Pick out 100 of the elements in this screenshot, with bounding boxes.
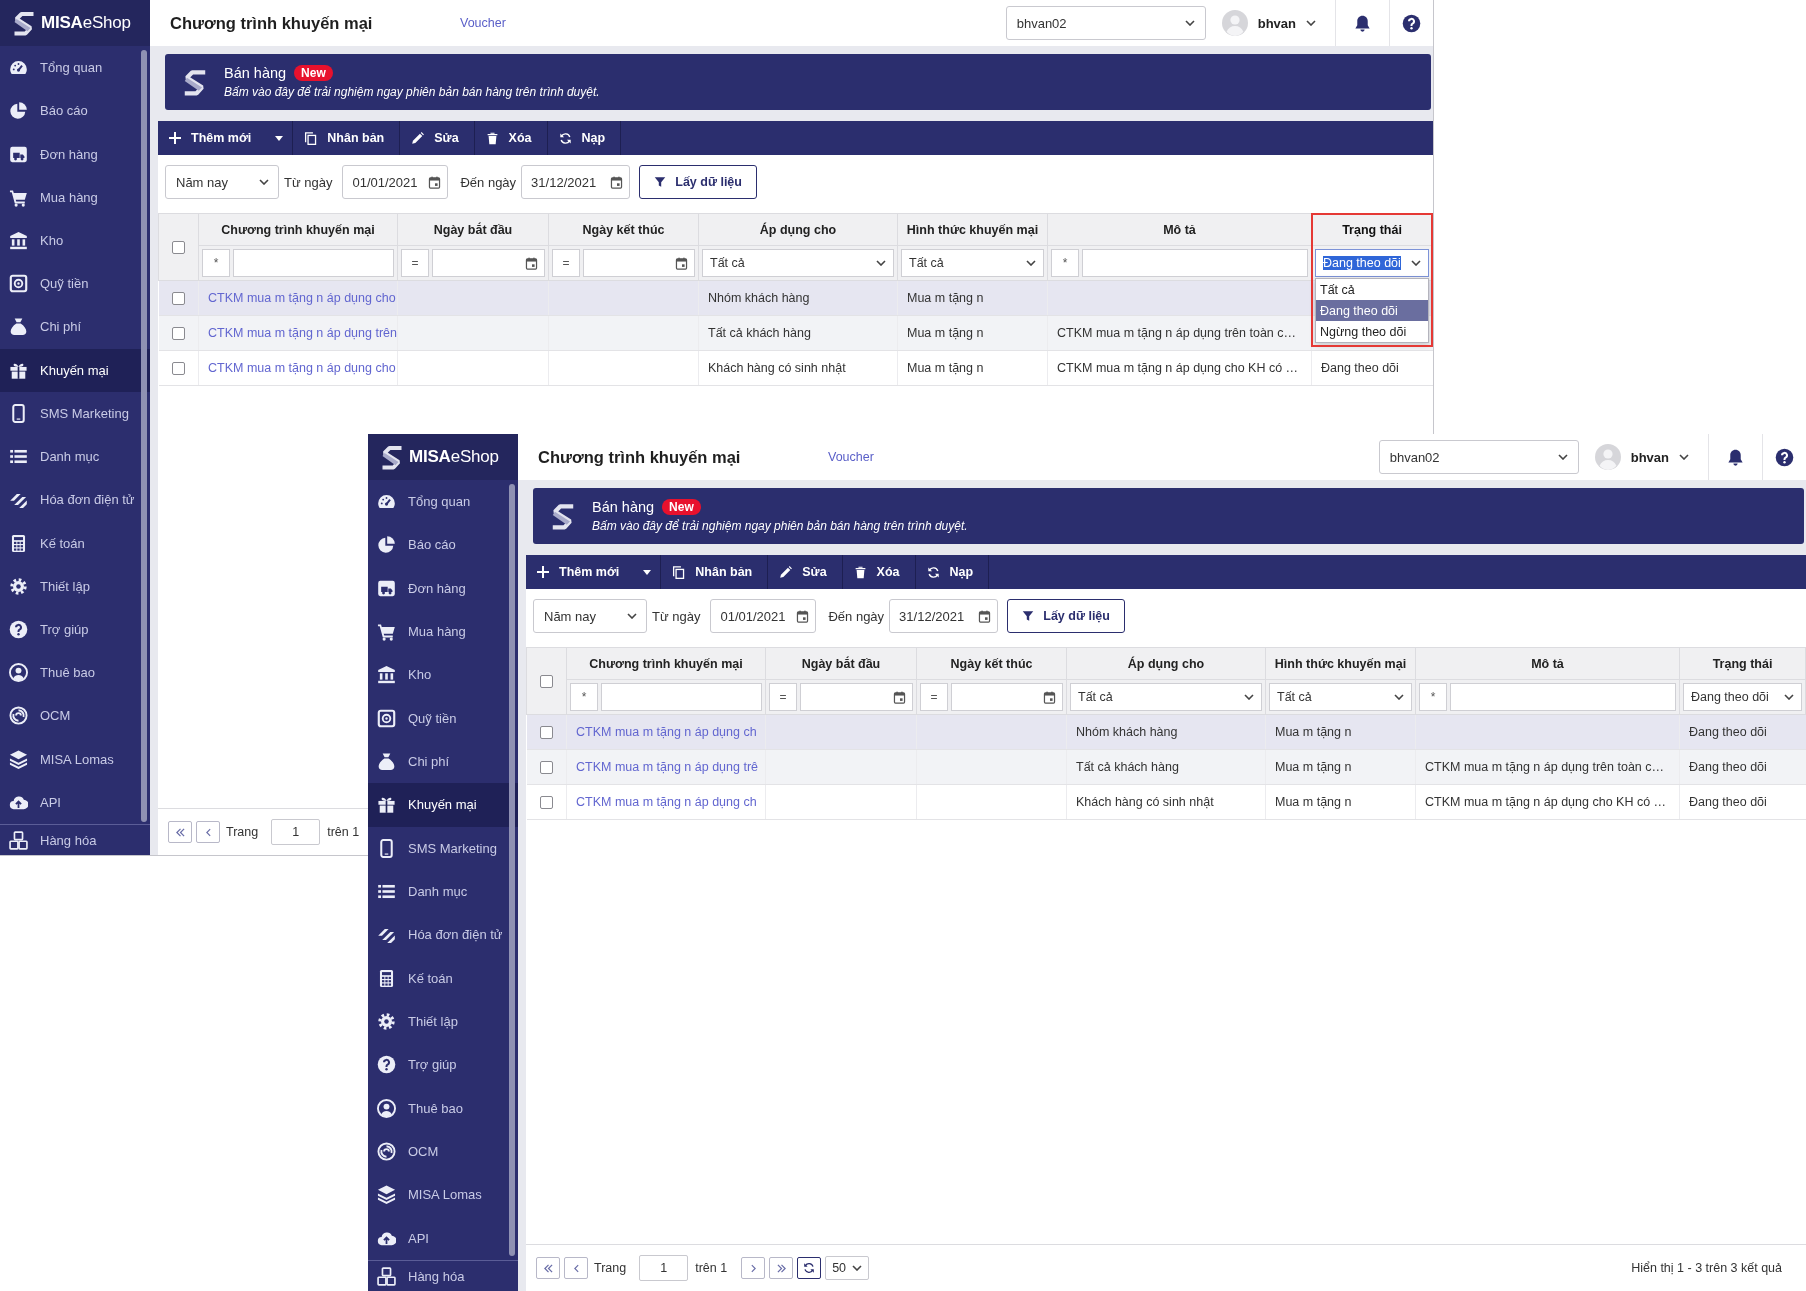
store-select[interactable]: bhvan02 [1005,6,1206,40]
operator-button[interactable]: = [552,249,580,277]
date-field[interactable]: 01/01/2021 [710,599,817,633]
first-page-button[interactable] [536,1257,560,1279]
sidebar-item[interactable]: Tổng quan [0,46,150,90]
sidebar-item[interactable]: API [0,780,150,824]
select-all-checkbox[interactable] [172,241,185,255]
sidebar-item[interactable]: SMS Marketing [368,826,518,870]
sidebar-item[interactable]: SMS Marketing [0,391,150,435]
operator-button[interactable]: * [1419,683,1447,711]
period-select[interactable]: Năm nay [165,165,279,199]
promo-banner[interactable]: Bán hàng New Bấm vào đây để trải nghiệm ngay phiên bản bán hàng trên trình duyệt. [533,488,1804,544]
program-link[interactable]: CTKM mua m tặng n áp dụng ch [576,795,757,809]
last-page-button[interactable] [769,1257,794,1279]
page-field[interactable]: 1 [271,819,321,845]
sidebar-item[interactable]: Chi phí [0,305,150,349]
sidebar-item[interactable]: Mua hàng [368,610,518,654]
user-menu[interactable]: bhvan [1594,434,1708,480]
row-checkbox[interactable] [539,761,553,775]
user-menu[interactable]: bhvan [1221,0,1335,46]
dropdown-option[interactable]: Ngừng theo dõi [1316,321,1428,342]
toolbar-button[interactable]: Nạp [547,121,622,155]
table-row[interactable]: CTKM mua m tặng n áp dụng trê Tất cả khách hàng Mua m tặng n CTKM mua m tặng n áp dụng trên toàn c… Đang theo dõi [526,749,1806,785]
sidebar-item[interactable]: Báo cáo [0,89,150,133]
date-filter-field[interactable] [800,683,913,711]
scrollbar[interactable] [509,484,515,1256]
page-field[interactable]: 1 [639,1255,689,1281]
next-page-button[interactable] [741,1257,766,1279]
row-checkbox[interactable] [171,292,185,306]
toolbar-button[interactable]: Thêm mới [158,121,294,155]
scrollbar[interactable] [141,50,147,822]
voucher-link[interactable]: Voucher [460,16,506,30]
operator-button[interactable]: = [401,249,429,277]
sidebar-item[interactable]: Thuê bao [0,651,150,695]
filter-field[interactable] [1082,249,1308,277]
sidebar-item[interactable]: Hóa đơn điện tử [0,478,150,522]
toolbar-button[interactable]: Nạp [915,555,990,589]
filter-select[interactable]: Tất cả [1070,683,1262,711]
filter-field[interactable] [601,683,762,711]
filter-field[interactable] [1450,683,1676,711]
toolbar-button[interactable]: Sửa [400,121,475,155]
program-link[interactable]: CTKM mua m tặng n áp dụng cho [208,291,396,305]
voucher-link[interactable]: Voucher [828,450,874,464]
sidebar-item[interactable]: Kế toán [368,956,518,1000]
filter-field[interactable] [233,249,394,277]
sidebar-item[interactable]: Quỹ tiền [0,262,150,306]
sidebar-item[interactable]: Hàng hóa [0,824,150,855]
toolbar-button[interactable]: Xóa [474,121,548,155]
filter-select[interactable]: Tất cả [702,249,894,277]
date-filter-field[interactable] [432,249,545,277]
toolbar-button[interactable]: Thêm mới [526,555,662,589]
operator-button[interactable]: = [920,683,948,711]
operator-button[interactable]: * [1051,249,1079,277]
fetch-data-button[interactable]: Lấy dữ liệu [639,165,758,199]
sidebar-item[interactable]: Kho [0,218,150,263]
sidebar-item[interactable]: Thuê bao [368,1086,518,1130]
sidebar-item[interactable]: Thiết lập [368,999,518,1044]
sidebar-item[interactable]: Chi phí [368,739,518,784]
sidebar-item[interactable]: Quỹ tiền [368,696,518,740]
sidebar-item[interactable]: MISA Lomas [0,737,150,781]
page-size-select[interactable]: 50 [825,1256,870,1280]
sidebar-item[interactable]: Báo cáo [368,523,518,567]
sidebar-item[interactable]: Trợ giúp [368,1043,518,1087]
dropdown-option[interactable]: Đang theo dõi [1316,300,1428,321]
filter-select[interactable]: Đang theo dõi [1683,683,1802,711]
sidebar-item[interactable]: Hàng hóa [368,1260,518,1291]
date-field[interactable]: 31/12/2021 [889,599,999,633]
program-link[interactable]: CTKM mua m tặng n áp dụng ch [576,725,757,739]
previous-page-button[interactable] [564,1257,588,1279]
table-row[interactable]: CTKM mua m tặng n áp dụng cho Khách hàng có sinh nhật Mua m tặng n CTKM mua m tặng n áp dụng cho KH có … Đang theo dõi [158,350,1433,386]
sidebar-item[interactable]: Hóa đơn điện tử [368,913,518,957]
operator-button[interactable]: * [570,683,598,711]
operator-button[interactable]: * [202,249,230,277]
select-all-checkbox[interactable] [540,675,553,689]
sidebar-item[interactable]: Tổng quan [368,480,518,524]
date-filter-field[interactable] [951,683,1063,711]
dropdown-option[interactable]: Tất cả [1316,279,1428,300]
toolbar-button[interactable]: Nhân bản [293,121,401,155]
date-field[interactable]: 31/12/2021 [521,165,631,199]
sidebar-item[interactable]: OCM [368,1129,518,1174]
sidebar-item[interactable]: Kho [368,653,518,697]
operator-button[interactable]: = [769,683,797,711]
sidebar-item[interactable]: Mua hàng [0,175,150,219]
promo-banner[interactable]: Bán hàng New Bấm vào đây để trải nghiệm ngay phiên bản bán hàng trên trình duyệt. [165,54,1431,110]
sidebar-item[interactable]: API [368,1216,518,1260]
program-link[interactable]: CTKM mua m tặng n áp dụng cho [208,361,396,375]
sidebar-item[interactable]: Danh mục [0,434,150,479]
first-page-button[interactable] [168,821,192,843]
toolbar-button[interactable]: Nhân bản [661,555,769,589]
filter-select[interactable]: Đang theo dõi [1315,249,1429,277]
sidebar-item[interactable]: Danh mục [368,869,518,914]
sidebar-item[interactable]: Khuyến mại [0,348,150,392]
fetch-data-button[interactable]: Lấy dữ liệu [1007,599,1126,633]
filter-select[interactable]: Tất cả [1269,683,1412,711]
sidebar-item[interactable]: Đơn hàng [368,566,518,610]
table-row[interactable]: CTKM mua m tặng n áp dụng ch Khách hàng có sinh nhật Mua m tặng n CTKM mua m tặng n áp dụng cho KH có … Đang theo dõi [526,784,1806,820]
reload-button[interactable] [797,1257,822,1279]
sidebar-item[interactable]: Đơn hàng [0,132,150,176]
program-link[interactable]: CTKM mua m tặng n áp dụng trê [576,760,759,774]
row-checkbox[interactable] [539,796,553,810]
